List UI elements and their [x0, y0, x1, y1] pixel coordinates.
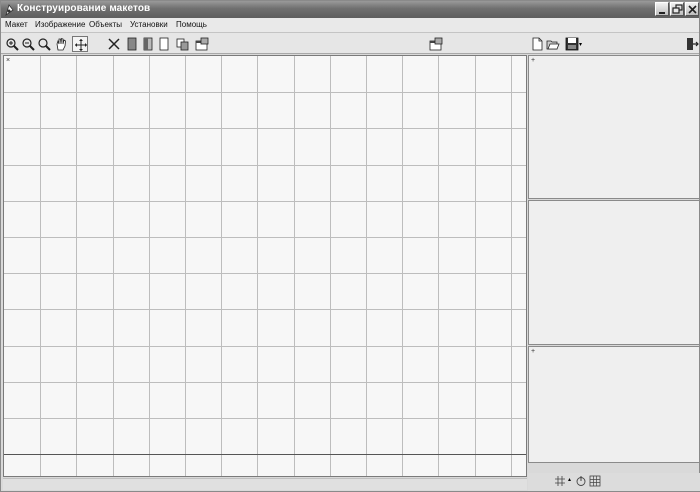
zoom-out-icon[interactable] [20, 36, 36, 52]
title-bar[interactable]: Конструирование макетов [1, 1, 699, 18]
settings-window-icon[interactable] [428, 36, 444, 52]
delete-cross-icon[interactable] [106, 36, 122, 52]
grid-snap-icon[interactable] [554, 475, 566, 487]
canvas-corner-mark: × [6, 57, 11, 64]
save-dropdown-arrow[interactable]: ▾ [579, 42, 582, 48]
menu-bar: Макет Изображение Объекты Установки Помо… [1, 18, 699, 32]
zoom-fit-icon[interactable] [36, 36, 52, 52]
restore-button[interactable] [670, 2, 684, 16]
power-icon[interactable] [575, 475, 587, 487]
exit-door-icon[interactable] [684, 36, 700, 52]
page-icon[interactable] [156, 36, 172, 52]
open-folder-icon[interactable] [545, 36, 561, 52]
menu-objects[interactable]: Объекты [89, 20, 122, 29]
page-icon[interactable] [124, 36, 140, 52]
save-disk-icon[interactable] [564, 36, 580, 52]
restore-icon [672, 4, 683, 14]
copy-icon[interactable] [175, 36, 191, 52]
properties-icon[interactable] [194, 36, 210, 52]
menu-settings[interactable]: Установки [130, 20, 168, 29]
preview-panel-bottom[interactable]: + [528, 346, 700, 463]
zoom-in-icon[interactable] [4, 36, 20, 52]
close-icon [688, 5, 697, 14]
panel-mark: + [531, 57, 536, 64]
main-toolbar: ▾ [1, 32, 699, 54]
pan-hand-icon[interactable] [53, 36, 69, 52]
bottom-toolbar: ▴ [528, 473, 700, 491]
new-file-icon[interactable] [529, 36, 545, 52]
menu-help[interactable]: Помощь [176, 20, 207, 29]
minimize-button[interactable] [655, 2, 669, 16]
panel-mark: + [531, 348, 536, 355]
page-icon[interactable] [140, 36, 156, 52]
menu-image[interactable]: Изображение [35, 20, 85, 29]
canvas-grid [4, 56, 526, 476]
up-arrow-icon[interactable]: ▴ [568, 477, 571, 483]
window-title: Конструирование макетов [17, 3, 151, 14]
grid-icon[interactable] [589, 475, 601, 487]
layout-canvas[interactable]: × [3, 55, 527, 477]
move-arrows-icon[interactable] [72, 36, 88, 52]
app-logo-icon [4, 3, 15, 17]
close-button[interactable] [685, 2, 699, 16]
minimize-icon [659, 12, 665, 14]
menu-layout[interactable]: Макет [5, 20, 28, 29]
preview-panel-middle[interactable] [528, 200, 700, 345]
preview-panel-top[interactable]: + [528, 55, 700, 199]
app-window: Конструирование макетов Макет Изображени… [0, 0, 700, 492]
canvas-status-strip [3, 478, 527, 490]
